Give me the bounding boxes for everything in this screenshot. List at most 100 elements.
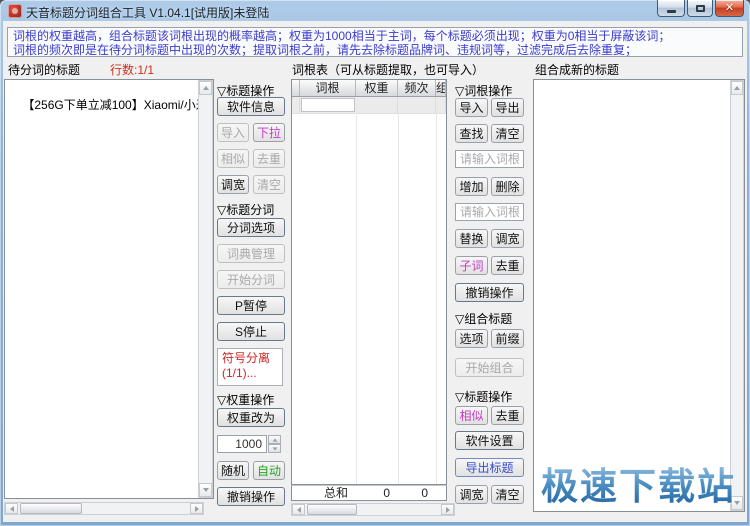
random-weight-button[interactable]: 随机 (217, 461, 249, 480)
delete-root-button[interactable]: 删除 (491, 177, 524, 196)
sum-freq: 0 (396, 486, 434, 500)
clear-roots-button[interactable]: 清空 (491, 124, 524, 143)
left-panel-title: 待分词的标题 (8, 61, 80, 78)
widen-roots-button[interactable]: 调宽 (491, 229, 524, 248)
titles-horizontal-scrollbar[interactable] (4, 502, 204, 515)
section-segment: ▽标题分词 (217, 201, 274, 218)
scroll-left-button[interactable] (5, 503, 18, 514)
section-weight: ▽权重操作 (217, 391, 274, 408)
table-title: 词根表（可从标题提取，也可导入） (292, 61, 484, 78)
replace-root-button[interactable]: 替换 (455, 229, 488, 248)
maximize-button[interactable] (687, 0, 713, 17)
col-root[interactable]: 词根 (300, 80, 356, 96)
clear-results-button[interactable]: 清空 (491, 485, 524, 504)
dedupe-titles-button[interactable]: 去重 (253, 149, 285, 168)
stepper-up-button[interactable] (268, 435, 281, 444)
scrollbar-thumb[interactable] (307, 504, 357, 515)
row-selector-cell[interactable] (292, 97, 300, 113)
cell-freq[interactable] (398, 97, 436, 113)
table-horizontal-scrollbar[interactable] (291, 503, 455, 516)
widen-results-button[interactable]: 调宽 (455, 485, 488, 504)
cell-combine[interactable] (436, 97, 446, 113)
scroll-up-button[interactable] (199, 81, 212, 95)
root-table[interactable]: 词根 权重 频次 组 (291, 79, 447, 485)
scrollbar-thumb[interactable] (20, 503, 82, 514)
scroll-left-icon (10, 506, 14, 512)
notice-line2: 词根的频次即是在待分词标题中出现的次数；提取词根之前，请先去除标题品牌词、违规词… (13, 43, 737, 57)
app-icon (8, 4, 22, 18)
root-input-1[interactable] (455, 150, 524, 168)
scroll-up-button[interactable] (731, 81, 743, 95)
scroll-left-button[interactable] (292, 504, 305, 515)
similar-titles-button[interactable]: 相似 (217, 149, 249, 168)
status-box: 符号分离 (1/1)... (217, 348, 283, 386)
watermark: 极速下载站 (541, 456, 736, 510)
sum-weight: 0 (354, 486, 396, 500)
scroll-right-icon (195, 506, 199, 512)
undo-weight-button[interactable]: 撤销操作 (217, 487, 285, 506)
pause-button[interactable]: P暂停 (217, 296, 285, 315)
export-titles-button[interactable]: 导出标题 (455, 458, 524, 477)
section-combine: ▽组合标题 (455, 310, 512, 327)
scroll-down-button[interactable] (199, 483, 212, 497)
cell-weight[interactable] (356, 97, 398, 113)
status-line2: (1/1)... (222, 366, 278, 381)
start-segment-button[interactable]: 开始分词 (217, 270, 285, 289)
scroll-left-icon (297, 507, 301, 513)
weight-change-button[interactable]: 权重改为 (217, 408, 285, 427)
undo-roots-button[interactable]: 撤销操作 (455, 283, 524, 302)
dedupe-roots-button[interactable]: 去重 (491, 256, 524, 275)
similar-results-button[interactable]: 相似 (455, 406, 488, 425)
minimize-button[interactable] (657, 0, 685, 17)
titles-vertical-scrollbar[interactable] (198, 80, 213, 498)
dict-manage-button[interactable]: 词典管理 (217, 244, 285, 263)
result-vertical-scrollbar[interactable] (730, 80, 744, 511)
grid-line (436, 113, 437, 484)
dropdown-button[interactable]: 下拉 (253, 123, 285, 142)
result-textarea[interactable] (533, 79, 745, 512)
col-weight[interactable]: 权重 (356, 80, 398, 96)
scroll-up-icon (203, 86, 209, 90)
stepper-down-button[interactable] (268, 444, 281, 453)
segment-options-button[interactable]: 分词选项 (217, 218, 285, 237)
auto-weight-button[interactable]: 自动 (253, 461, 285, 480)
import-titles-button[interactable]: 导入 (217, 123, 249, 142)
titles-textarea[interactable]: 【256G下单立减100】Xiaomi/小米 小 (4, 79, 214, 499)
col-combine[interactable]: 组 (436, 80, 446, 96)
weight-stepper[interactable] (268, 435, 281, 453)
status-line1: 符号分离 (222, 351, 278, 366)
widen-titles-button[interactable]: 调宽 (217, 175, 249, 194)
find-root-button[interactable]: 查找 (455, 124, 488, 143)
stop-button[interactable]: S停止 (217, 322, 285, 341)
close-button[interactable]: ✕ (715, 0, 744, 17)
dedupe-results-button[interactable]: 去重 (491, 406, 524, 425)
edit-cell[interactable] (301, 98, 355, 112)
table-new-row[interactable] (292, 97, 446, 114)
scroll-right-button[interactable] (441, 504, 454, 515)
software-settings-button[interactable]: 软件设置 (455, 431, 524, 450)
grid-line (398, 113, 399, 484)
clear-titles-button[interactable]: 清空 (253, 175, 285, 194)
add-root-button[interactable]: 增加 (455, 177, 488, 196)
root-input-2[interactable] (455, 203, 524, 221)
combine-options-button[interactable]: 选项 (455, 329, 488, 348)
start-combine-button[interactable]: 开始组合 (455, 358, 524, 377)
subword-button[interactable]: 子词 (455, 256, 488, 275)
col-freq[interactable]: 频次 (398, 80, 436, 96)
section-result-title-ops: ▽标题操作 (455, 388, 512, 405)
software-info-button[interactable]: 软件信息 (217, 97, 285, 116)
scroll-right-icon (446, 507, 450, 513)
scroll-right-button[interactable] (190, 503, 203, 514)
scroll-up-icon (734, 86, 740, 90)
prefix-button[interactable]: 前缀 (491, 329, 524, 348)
stepper-up-icon (272, 438, 277, 441)
table-header-row: 词根 权重 频次 组 (292, 80, 446, 97)
minimize-icon (667, 10, 676, 13)
table-sum-row: 总和 0 0 (291, 485, 447, 501)
export-roots-button[interactable]: 导出 (491, 98, 524, 117)
sum-label: 总和 (292, 486, 354, 500)
weight-input[interactable] (217, 435, 267, 453)
notice-banner: 词根的权重越高，组合标题该词根出现的概率越高；权重为1000相当于主词，每个标题… (7, 27, 743, 57)
app-window: 天音标题分词组合工具 V1.04.1[试用版]未登陆 ✕ 词根的权重越高，组合标… (0, 0, 750, 526)
import-roots-button[interactable]: 导入 (455, 98, 488, 117)
